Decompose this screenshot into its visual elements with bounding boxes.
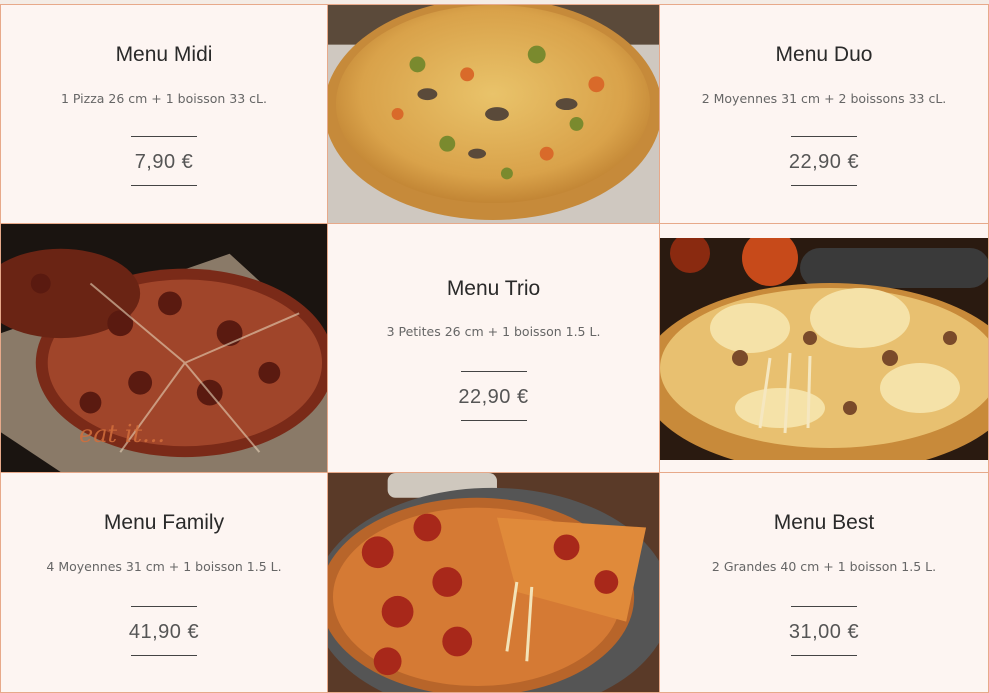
- price-rule-top: [131, 606, 197, 607]
- price-rule-bottom: [791, 655, 857, 656]
- menu-card-best[interactable]: Menu Best 2 Grandes 40 cm + 1 boisson 1.…: [659, 472, 989, 693]
- menu-description: 4 Moyennes 31 cm + 1 boisson 1.5 L.: [46, 559, 282, 574]
- pizza-cheese-pull-image: [660, 238, 988, 460]
- menu-card-duo[interactable]: Menu Duo 2 Moyennes 31 cm + 2 boissons 3…: [659, 4, 989, 224]
- pizza-vegetable-image: [328, 5, 659, 223]
- menu-title: Menu Trio: [446, 277, 541, 300]
- menu-description: 3 Petites 26 cm + 1 boisson 1.5 L.: [386, 324, 601, 339]
- menu-description: 1 Pizza 26 cm + 1 boisson 33 cL.: [60, 91, 267, 106]
- pizza-photo-cheese-pull: [659, 223, 989, 473]
- menu-title: Menu Best: [773, 511, 875, 534]
- price-rule-top: [131, 136, 197, 137]
- menu-title: Menu Duo: [775, 43, 873, 66]
- menu-price: 31,00 €: [788, 621, 860, 643]
- price-rule-bottom: [131, 655, 197, 656]
- menu-description: 2 Moyennes 31 cm + 2 boissons 33 cL.: [701, 91, 947, 106]
- pizza-photo-pepperoni-board: eat it...: [0, 223, 328, 473]
- pizza-photo-pepperoni-slice: [327, 472, 660, 693]
- menu-card-midi[interactable]: Menu Midi 1 Pizza 26 cm + 1 boisson 33 c…: [0, 4, 328, 224]
- price-rule-top: [791, 606, 857, 607]
- menu-description: 2 Grandes 40 cm + 1 boisson 1.5 L.: [711, 559, 937, 574]
- photo-watermark: eat it...: [79, 420, 165, 448]
- price-rule-bottom: [460, 420, 527, 421]
- price-rule-bottom: [131, 185, 197, 186]
- menu-price: 41,90 €: [128, 621, 200, 643]
- menu-card-family[interactable]: Menu Family 4 Moyennes 31 cm + 1 boisson…: [0, 472, 328, 693]
- menu-card-trio[interactable]: Menu Trio 3 Petites 26 cm + 1 boisson 1.…: [327, 223, 660, 473]
- menu-price: 22,90 €: [458, 386, 529, 408]
- menu-price: 7,90 €: [134, 151, 194, 173]
- price-rule-top: [791, 136, 857, 137]
- menu-price: 22,90 €: [788, 151, 860, 173]
- menu-title: Menu Midi: [115, 43, 213, 66]
- pizza-pepperoni-slice-image: [328, 473, 659, 692]
- price-rule-bottom: [791, 185, 857, 186]
- pizza-photo-vegetable: [327, 4, 660, 224]
- price-rule-top: [460, 371, 527, 372]
- menu-title: Menu Family: [103, 511, 225, 534]
